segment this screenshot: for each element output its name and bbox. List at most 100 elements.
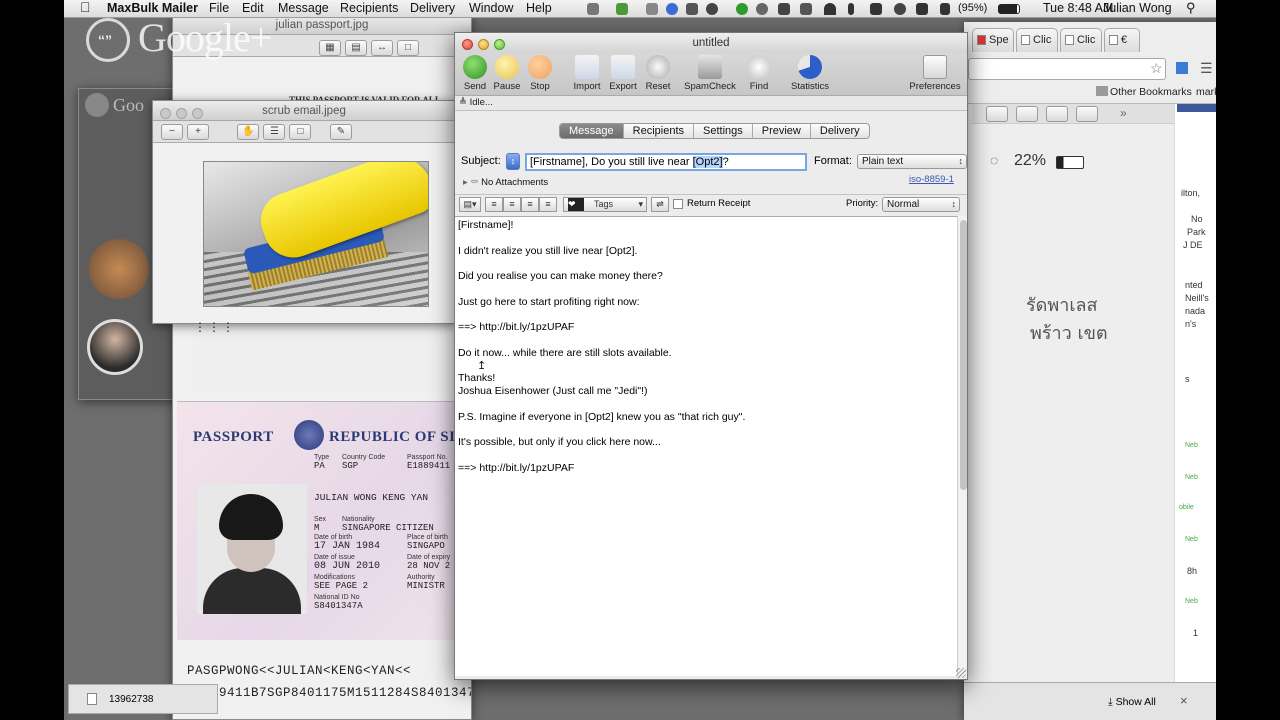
apple-menu-icon[interactable]: 	[80, 0, 91, 15]
find-button[interactable]: Find	[736, 55, 782, 92]
justify-button[interactable]: ≡	[539, 197, 557, 212]
statistics-button[interactable]: Statistics	[782, 55, 838, 92]
format-select[interactable]: Plain text	[857, 154, 967, 169]
settings-icon[interactable]	[778, 3, 790, 15]
encoding-link[interactable]: iso-8859-1	[909, 174, 954, 185]
move-tool-button[interactable]: ✋	[237, 123, 260, 140]
bookmarks-overflow[interactable]: mark	[1196, 86, 1216, 98]
show-all-downloads[interactable]: ⤓ Show All	[1108, 696, 1156, 709]
menu-window[interactable]: Window	[469, 1, 513, 15]
browser-tab-4[interactable]: €	[1104, 28, 1140, 52]
menu-message[interactable]: Message	[278, 1, 329, 15]
close-downloads-icon[interactable]: ×	[1180, 693, 1188, 708]
spamcheck-button[interactable]: SpamCheck	[682, 55, 738, 92]
zoom-icon[interactable]	[192, 108, 203, 119]
menu-delivery[interactable]: Delivery	[410, 1, 455, 15]
line-icon[interactable]	[736, 3, 748, 15]
editor-scrollbar[interactable]	[957, 216, 967, 676]
annotate-button[interactable]: ✎	[329, 123, 352, 140]
insert-field-button[interactable]: ▤▾	[459, 197, 481, 212]
spotlight-icon[interactable]: ⚲	[1186, 0, 1196, 16]
menu-app-name[interactable]: MaxBulk Mailer	[107, 1, 198, 15]
fit-width-button[interactable]: ↔	[371, 39, 393, 56]
google-watermark: Google+	[138, 15, 272, 60]
minimize-window-icon[interactable]	[478, 39, 489, 50]
menu-edit[interactable]: Edit	[242, 1, 264, 15]
extension-icon[interactable]	[1176, 62, 1188, 74]
stop-button[interactable]: Stop	[517, 55, 563, 92]
select-tool-button[interactable]: □	[289, 123, 312, 140]
avatar[interactable]	[87, 319, 143, 375]
page-view-4-button[interactable]	[1076, 106, 1098, 122]
import-icon	[575, 55, 599, 79]
battery-percent[interactable]: (95%)	[958, 2, 987, 14]
tags-menu[interactable]: ❤ Tags ▾	[563, 197, 647, 212]
sync-icon[interactable]	[756, 3, 768, 15]
page-view-3-button[interactable]	[1046, 106, 1068, 122]
view-contact-button[interactable]: ▤	[345, 39, 367, 56]
align-center-button[interactable]: ≡	[503, 197, 521, 212]
wifi-icon[interactable]	[824, 3, 836, 15]
zoom-in-button[interactable]: +	[187, 123, 209, 140]
page-view-2-button[interactable]	[1016, 106, 1038, 122]
bookmark-star-icon[interactable]: ☆	[1150, 60, 1163, 77]
minimize-icon[interactable]	[176, 108, 187, 119]
browser-tab-3[interactable]: Clic	[1060, 28, 1102, 52]
browser-menu-icon[interactable]: ☰	[1200, 60, 1213, 77]
menu-recipients[interactable]: Recipients	[340, 1, 398, 15]
shuffle-button[interactable]: ⇌	[651, 197, 669, 212]
hangouts-icon[interactable]	[85, 93, 109, 117]
zoom-out-button[interactable]: −	[161, 123, 183, 140]
evernote-icon[interactable]	[706, 3, 718, 15]
page-view-1-button[interactable]	[986, 106, 1008, 122]
address-bar[interactable]	[968, 58, 1166, 80]
bluetooth-icon[interactable]	[848, 3, 854, 15]
dropbox-icon[interactable]	[666, 3, 678, 15]
preferences-button[interactable]: Preferences	[907, 55, 963, 92]
menu-help[interactable]: Help	[526, 1, 552, 15]
close-window-icon[interactable]	[462, 39, 473, 50]
tab-settings[interactable]: Settings	[694, 124, 753, 138]
subject-field-stepper[interactable]: ↕	[506, 153, 520, 170]
align-right-button[interactable]: ≡	[521, 197, 539, 212]
message-body-editor[interactable]: [Firstname]! I didn't realize you still …	[455, 216, 957, 676]
airplay-icon[interactable]	[870, 3, 882, 15]
menubar-user[interactable]: Julian Wong	[1103, 1, 1172, 15]
modifications-label: Modifications	[314, 574, 355, 581]
notification-icon[interactable]	[587, 3, 599, 15]
subject-input[interactable]: [Firstname], Do you still live near [Opt…	[525, 153, 807, 171]
tab-recipients[interactable]: Recipients	[624, 124, 694, 138]
status-arrow-icon: ≜	[459, 97, 467, 108]
forward-icon[interactable]: »	[1120, 106, 1127, 120]
close-icon[interactable]	[160, 108, 171, 119]
browser-tab-2[interactable]: Clic	[1016, 28, 1058, 52]
menu-file[interactable]: File	[209, 1, 229, 15]
tab-preview[interactable]: Preview	[753, 124, 811, 138]
reset-button[interactable]: Reset	[635, 55, 681, 92]
fit-page-button[interactable]: □	[397, 39, 419, 56]
body-line: Thanks!	[458, 372, 496, 384]
scroll-thumb[interactable]	[960, 220, 967, 490]
view-thumbnail-button[interactable]: ▦	[319, 39, 341, 56]
return-receipt-checkbox[interactable]	[673, 199, 683, 209]
text-tool-button[interactable]: ☰	[263, 123, 286, 140]
priority-select[interactable]: Normal	[882, 197, 960, 212]
volume-icon[interactable]	[916, 3, 928, 15]
disclosure-triangle-icon[interactable]: ▸	[463, 177, 468, 188]
align-left-button[interactable]: ≡	[485, 197, 503, 212]
gauge-icon[interactable]	[800, 3, 812, 15]
other-bookmarks[interactable]: Other Bookmarks	[1110, 86, 1192, 98]
zoom-window-icon[interactable]	[494, 39, 505, 50]
attachments-row[interactable]: ▸ ⚰ No Attachments	[463, 177, 548, 188]
resize-grip-icon[interactable]	[956, 668, 966, 678]
battery-icon[interactable]	[998, 4, 1020, 14]
browser-tab-1[interactable]: Spe	[972, 28, 1014, 52]
download-item[interactable]: 13962738	[68, 684, 218, 714]
display-icon[interactable]	[686, 3, 698, 15]
time-machine-icon[interactable]	[894, 3, 906, 15]
cloud-icon[interactable]	[646, 3, 658, 15]
tab-delivery[interactable]: Delivery	[811, 124, 869, 138]
tab-message[interactable]: Message	[560, 124, 624, 138]
input-flag-icon[interactable]	[940, 3, 950, 15]
download-icon[interactable]	[616, 3, 628, 15]
